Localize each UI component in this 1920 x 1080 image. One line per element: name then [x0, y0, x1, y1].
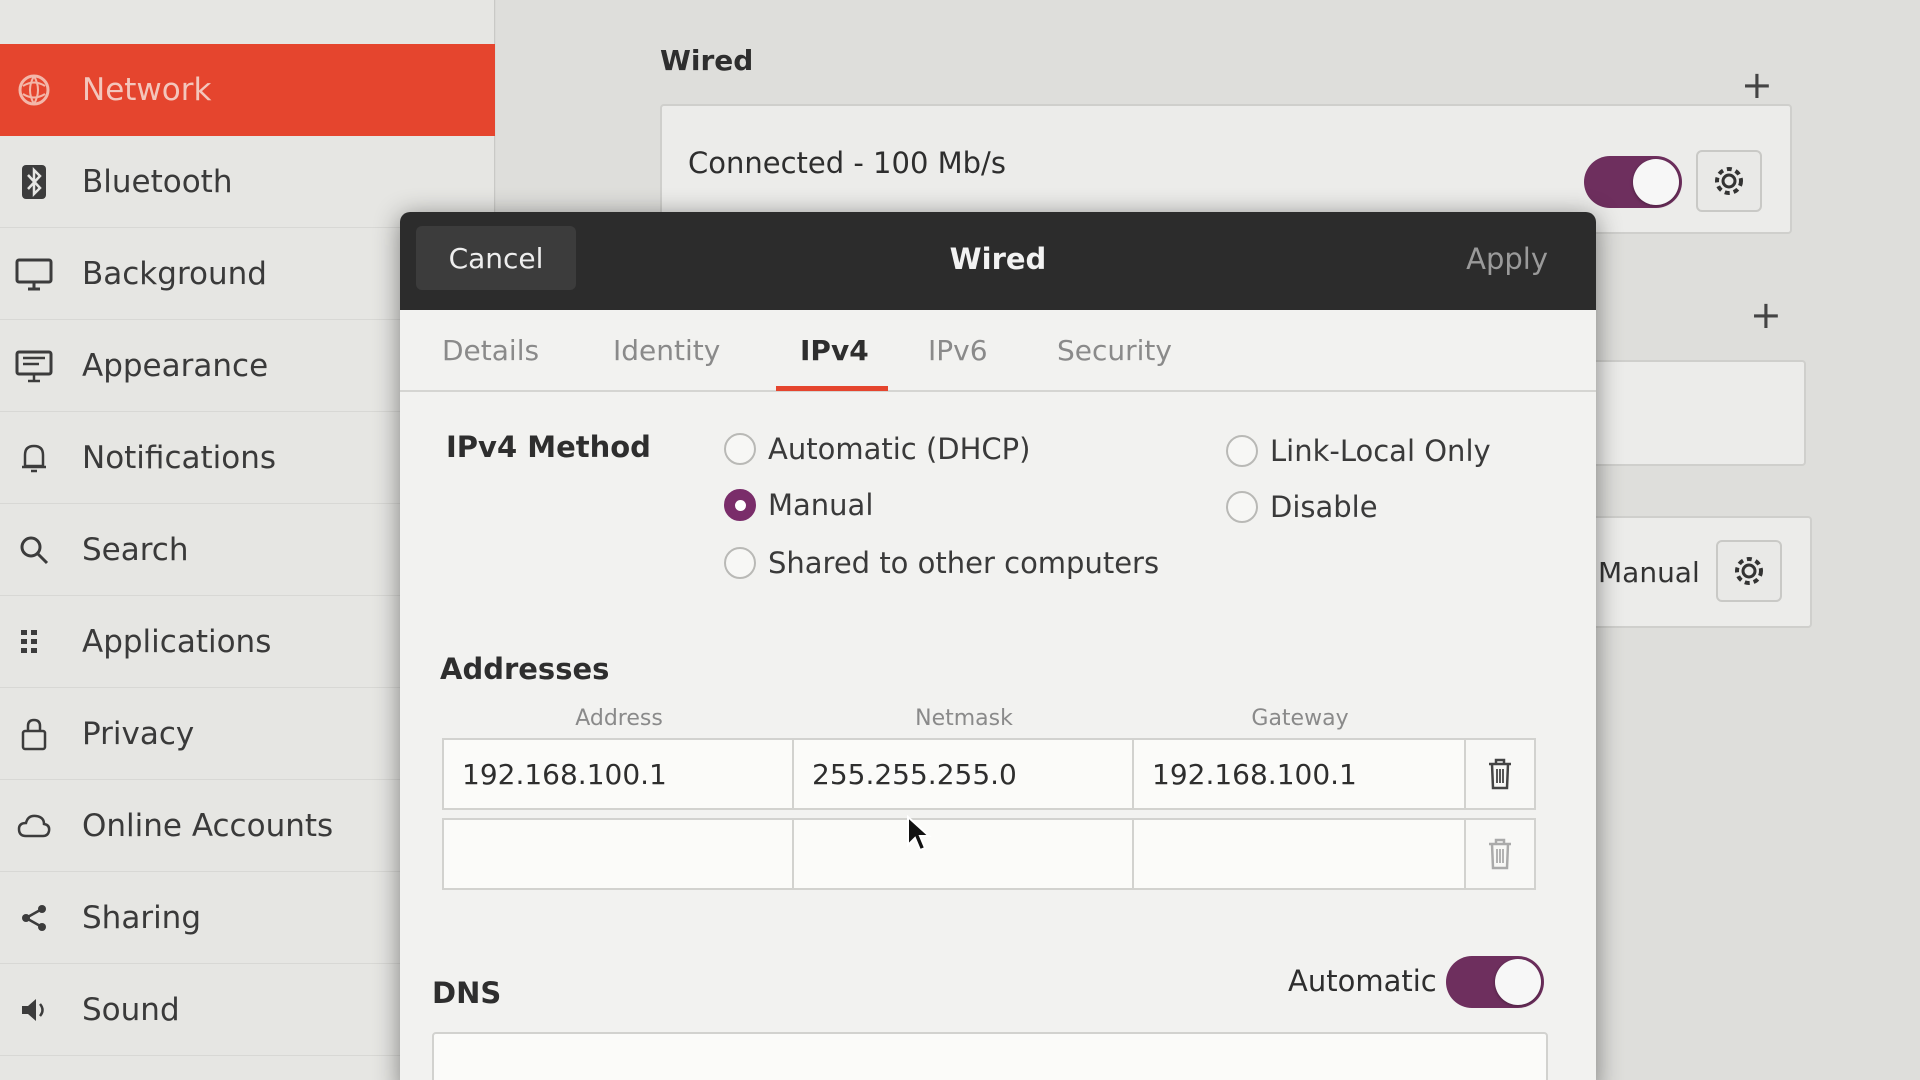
mouse-cursor-icon [906, 814, 932, 857]
vpn-connection-card: Manual [1576, 516, 1812, 628]
wired-section-title: Wired [660, 44, 754, 77]
dns-servers-input[interactable] [432, 1032, 1548, 1080]
sidebar-item-label: Sound [82, 991, 180, 1028]
tab-details[interactable]: Details [442, 334, 539, 367]
tab-identity[interactable]: Identity [613, 334, 720, 367]
column-gateway: Gateway [1251, 706, 1349, 731]
grid-icon [12, 620, 56, 664]
tab-ipv4[interactable]: IPv4 [800, 334, 869, 367]
sidebar-item-label: Sharing [82, 899, 202, 936]
method-disable-option[interactable]: Disable [1226, 490, 1378, 524]
bell-icon [12, 436, 56, 480]
delete-address-button[interactable] [1466, 740, 1534, 808]
method-automatic-label: Automatic (DHCP) [768, 432, 1031, 466]
toggle-knob [1495, 959, 1541, 1005]
network-icon [12, 68, 56, 112]
method-link-local-label: Link-Local Only [1270, 434, 1491, 468]
delete-address-button[interactable] [1466, 820, 1534, 888]
method-manual-label: Manual [768, 488, 874, 522]
active-tab-indicator [776, 386, 888, 391]
address-row: 192.168.100.1 255.255.255.0 192.168.100.… [442, 738, 1536, 810]
speaker-icon [12, 988, 56, 1032]
sidebar-item-label: Online Accounts [82, 807, 334, 844]
tab-security[interactable]: Security [1057, 334, 1172, 367]
radio-manual[interactable] [724, 489, 756, 521]
add-vpn-button[interactable]: + [1750, 296, 1782, 334]
vpn-status-text: Manual [1598, 556, 1700, 589]
trash-icon [1487, 838, 1513, 870]
sidebar-item-label: Bluetooth [82, 163, 233, 200]
sidebar-item-label: Background [82, 255, 267, 292]
netmask-input[interactable]: 255.255.255.0 [794, 740, 1134, 808]
sidebar-item-label: Notifications [82, 439, 277, 476]
radio-link-local[interactable] [1226, 435, 1258, 467]
wired-settings-dialog: Cancel Wired Apply Details Identity IPv4… [400, 212, 1596, 1080]
ipv4-method-label: IPv4 Method [446, 430, 651, 464]
dialog-header: Cancel Wired Apply [400, 212, 1596, 310]
trash-icon [1487, 758, 1513, 790]
method-shared-label: Shared to other computers [768, 546, 1160, 580]
apply-button[interactable]: Apply [1466, 242, 1548, 276]
radio-disable[interactable] [1226, 491, 1258, 523]
method-manual-option[interactable]: Manual [724, 488, 873, 522]
vpn-card-top [1576, 360, 1806, 466]
add-wired-button[interactable]: + [1741, 66, 1773, 104]
sidebar-item-label: Search [82, 531, 189, 568]
column-address: Address [575, 706, 663, 731]
sidebar-item-label: Applications [82, 623, 272, 660]
wired-settings-button[interactable] [1696, 150, 1762, 212]
address-row [442, 818, 1536, 890]
method-shared-option[interactable]: Shared to other computers [724, 546, 1159, 580]
sidebar-item-label: Appearance [82, 347, 269, 384]
dns-automatic-toggle[interactable] [1446, 956, 1544, 1008]
share-icon [12, 896, 56, 940]
lock-icon [12, 712, 56, 756]
tab-ipv6[interactable]: IPv6 [928, 334, 988, 367]
wired-status-text: Connected - 100 Mb/s [688, 146, 1006, 180]
netmask-input[interactable] [794, 820, 1134, 888]
sidebar-item-network[interactable]: Network [0, 44, 495, 136]
vpn-settings-button[interactable] [1716, 540, 1782, 602]
sidebar-item-label: Network [82, 72, 212, 108]
gateway-input[interactable]: 192.168.100.1 [1134, 740, 1466, 808]
dialog-tabs: Details Identity IPv4 IPv6 Security [400, 310, 1596, 392]
cloud-icon [12, 804, 56, 848]
radio-automatic[interactable] [724, 433, 756, 465]
method-automatic-option[interactable]: Automatic (DHCP) [724, 432, 1030, 466]
search-icon [12, 528, 56, 572]
wired-toggle[interactable] [1584, 156, 1682, 208]
address-input[interactable]: 192.168.100.1 [444, 740, 794, 808]
gateway-input[interactable] [1134, 820, 1466, 888]
dialog-title: Wired [949, 242, 1047, 276]
dns-automatic-label: Automatic [1288, 964, 1437, 998]
method-link-local-option[interactable]: Link-Local Only [1226, 434, 1491, 468]
gear-icon [1712, 164, 1746, 198]
monitor-icon [12, 252, 56, 296]
toggle-knob [1633, 159, 1679, 205]
appearance-icon [12, 344, 56, 388]
dns-label: DNS [432, 976, 502, 1010]
column-netmask: Netmask [915, 706, 1013, 731]
addresses-label: Addresses [440, 652, 610, 686]
address-input[interactable] [444, 820, 794, 888]
radio-shared[interactable] [724, 547, 756, 579]
method-disable-label: Disable [1270, 490, 1378, 524]
gear-icon [1732, 554, 1766, 588]
bluetooth-icon [12, 160, 56, 204]
sidebar-item-label: Privacy [82, 715, 195, 752]
